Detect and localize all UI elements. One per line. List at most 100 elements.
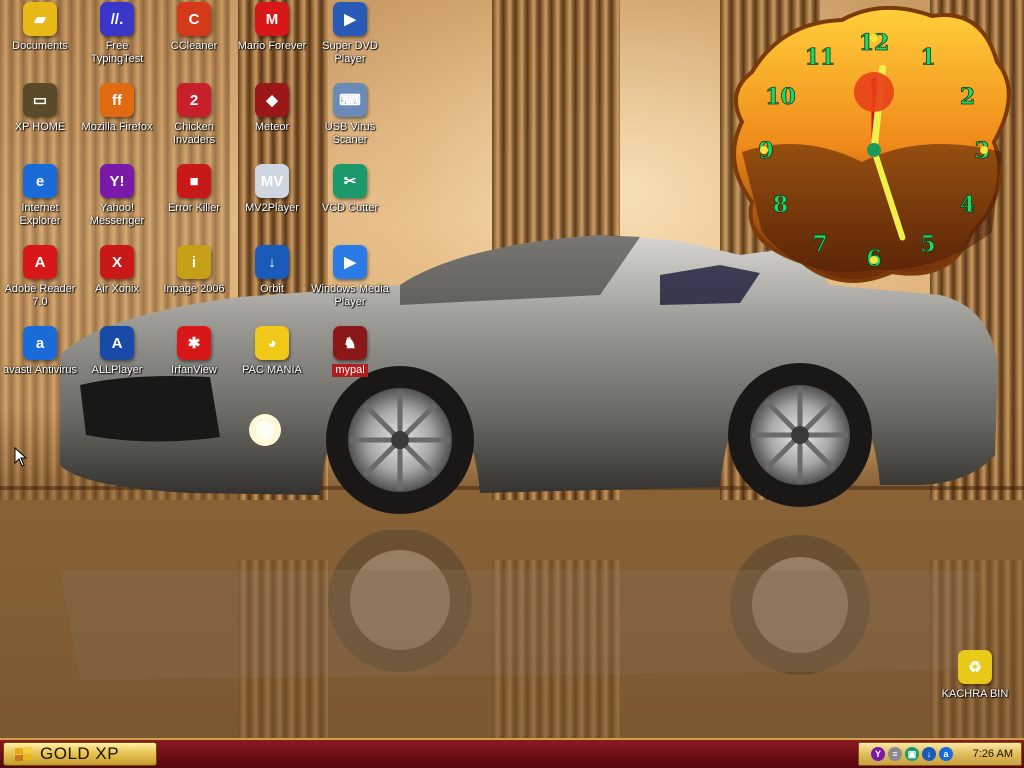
desktop-icon-xp-home[interactable]: ▭ XP HOME	[1, 83, 79, 134]
desktop-icon-typing-test[interactable]: //. Free TypingTest	[78, 2, 156, 66]
clock-numeral: 8	[773, 192, 788, 218]
taskbar: GOLD XP Y ≡ ▣ ↓ a 7:26 AM	[0, 738, 1024, 768]
desktop-icon-label: IrfanView	[171, 364, 217, 376]
clock-numeral: 5	[920, 232, 935, 258]
desktop-icon-pacmania[interactable]: ◕ PAC MANIA	[233, 326, 311, 377]
desktop-icon-label: ALLPlayer	[91, 364, 143, 376]
clock-numeral: 4	[960, 192, 975, 218]
windows-media-player-icon: ▶	[333, 245, 367, 279]
desktop-icon-label: USB Virus Scaner	[324, 121, 376, 146]
yahoo-messenger-icon: Y!	[100, 164, 134, 198]
desktop-icon-irfanview[interactable]: ✱ IrfanView	[155, 326, 233, 377]
desktop-icon-ccleaner[interactable]: C CCleaner	[155, 2, 233, 53]
vcd-cutter-icon: ✂	[333, 164, 367, 198]
system-tray: Y ≡ ▣ ↓ a 7:26 AM	[858, 742, 1022, 766]
desktop-icon-air-xonix[interactable]: X Air Xonix	[78, 245, 156, 296]
desktop-icon-firefox[interactable]: ff Mozilla Firefox	[78, 83, 156, 134]
desktop-icon-label: XP HOME	[14, 121, 66, 133]
desktop-icon-label: Inpage 2006	[163, 283, 225, 295]
desktop-icon-label: Super DVD Player	[322, 40, 378, 65]
ccleaner-icon: C	[177, 2, 211, 36]
clock-numeral: 12	[859, 30, 890, 56]
mouse-pointer-icon	[14, 447, 28, 467]
clock-numeral: 10	[765, 84, 796, 110]
desktop-icon-dvd-player[interactable]: ▶ Super DVD Player	[311, 2, 389, 66]
desktop-icon-label: VCD Cutter	[321, 202, 379, 214]
yahoo-tray-icon[interactable]: Y	[871, 747, 885, 761]
clock-desktop-widget[interactable]: 121234567891011	[722, 2, 1022, 292]
meteor-icon: ◆	[255, 83, 289, 117]
clock-numeral: 7	[812, 232, 827, 258]
desktop-icon-mypal[interactable]: ♞ mypal	[311, 326, 389, 377]
desktop-icon-label: Chicken Invaders	[172, 121, 216, 146]
orbit-download-icon: ↓	[255, 245, 289, 279]
desktop-icon-label: Meteor	[254, 121, 290, 133]
desktop-icon-mario[interactable]: M Mario Forever	[233, 2, 311, 53]
desktop-icon-avast[interactable]: a avast! Antivirus	[1, 326, 79, 377]
taskbar-clock[interactable]: 7:26 AM	[973, 748, 1013, 760]
desktop-icon-meteor[interactable]: ◆ Meteor	[233, 83, 311, 134]
inpage-icon: i	[177, 245, 211, 279]
clock-flower-ornament	[854, 72, 894, 112]
desktop-icon-label: Windows Media Player	[311, 283, 389, 308]
desktop-icon-allplayer[interactable]: A ALLPlayer	[78, 326, 156, 377]
desktop-icon-label: Yahoo! Messenger	[89, 202, 145, 227]
desktop-icon-yahoo-messenger[interactable]: Y! Yahoo! Messenger	[78, 164, 156, 228]
desktop-icon-internet-explorer[interactable]: e Internet Explorer	[1, 164, 79, 228]
tray-icon-group: Y ≡ ▣ ↓ a	[871, 747, 956, 761]
desktop-icon-label: Mozilla Firefox	[81, 121, 153, 133]
desktop-icon-error-killer[interactable]: ■ Error Killer	[155, 164, 233, 215]
desktop-icon-label: Air Xonix	[94, 283, 140, 295]
orbit-tray-icon[interactable]: ↓	[922, 747, 936, 761]
allplayer-icon: A	[100, 326, 134, 360]
dvd-player-icon: ▶	[333, 2, 367, 36]
xp-home-icon: ▭	[23, 83, 57, 117]
desktop-icon-recycle-bin[interactable]: ♻ KACHRA BIN	[936, 650, 1014, 701]
desktop-icon-windows-media-player[interactable]: ▶ Windows Media Player	[311, 245, 389, 309]
desktop-icon-vcd-cutter[interactable]: ✂ VCD Cutter	[311, 164, 389, 215]
adobe-reader-icon: A	[23, 245, 57, 279]
vcd-tray-icon[interactable]: ▣	[905, 747, 919, 761]
desktop-icon-label: PAC MANIA	[242, 364, 302, 376]
avast-tray-icon[interactable]: a	[939, 747, 953, 761]
desktop-icon-label: Documents	[12, 40, 68, 52]
start-button[interactable]: GOLD XP	[3, 742, 157, 766]
clock-numeral: 11	[805, 44, 836, 70]
desktop-icon-label: Orbit	[260, 283, 284, 295]
desktop-icon-label: KACHRA BIN	[941, 688, 1009, 700]
pacmania-icon: ◕	[255, 326, 289, 360]
desktop-icon-inpage[interactable]: i Inpage 2006	[155, 245, 233, 296]
air-xonix-icon: X	[100, 245, 134, 279]
start-button-label: GOLD XP	[40, 744, 120, 763]
clock-numeral: 1	[920, 44, 935, 70]
desktop-icon-mv2player[interactable]: MV MV2Player	[233, 164, 311, 215]
typing-test-icon: //.	[100, 2, 134, 36]
desktop-icon-label: Mario Forever	[237, 40, 307, 52]
desktop-icon-label: mypal	[332, 364, 368, 377]
desktop-icon-label: MV2Player	[245, 202, 299, 214]
clock-center-pin	[867, 143, 881, 157]
desktop-icon-usb-scanner[interactable]: ⌨ USB Virus Scaner	[311, 83, 389, 147]
mv2player-icon: MV	[255, 164, 289, 198]
mario-icon: M	[255, 2, 289, 36]
mypal-icon: ♞	[333, 326, 367, 360]
chicken-invaders-icon: 2	[177, 83, 211, 117]
avast-icon: a	[23, 326, 57, 360]
desktop-icon-label: Error Killer	[168, 202, 220, 214]
error-killer-icon: ■	[177, 164, 211, 198]
clock-numeral: 2	[960, 84, 975, 110]
usb-scanner-icon: ⌨	[333, 83, 367, 117]
network-tray-icon[interactable]: ≡	[888, 747, 902, 761]
desktop-icon-chicken-invaders[interactable]: 2 Chicken Invaders	[155, 83, 233, 147]
car-reflection	[60, 530, 980, 680]
desktop-icon-label: Internet Explorer	[19, 202, 61, 227]
desktop-icon-label: CCleaner	[170, 40, 218, 52]
desktop-icon-orbit-download[interactable]: ↓ Orbit	[233, 245, 311, 296]
folder-icon: ▰	[23, 2, 57, 36]
firefox-icon: ff	[100, 83, 134, 117]
desktop-icon-adobe-reader[interactable]: A Adobe Reader 7.0	[1, 245, 79, 309]
desktop-icon-label: Adobe Reader 7.0	[4, 283, 76, 308]
desktop-icon-folder[interactable]: ▰ Documents	[1, 2, 79, 53]
recycle-bin-icon: ♻	[958, 650, 992, 684]
desktop-icon-label: Free TypingTest	[90, 40, 144, 65]
